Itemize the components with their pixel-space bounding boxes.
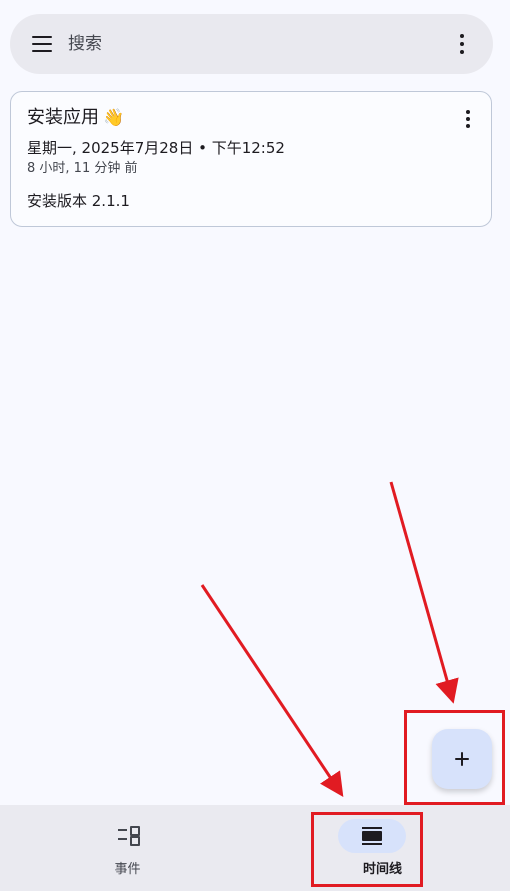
nav-item-events[interactable]: 事件 <box>0 805 255 891</box>
event-datetime: 星期一, 2025年7月28日 • 下午12:52 <box>27 139 285 157</box>
nav-item-timeline[interactable]: 时间线 <box>255 805 510 891</box>
event-note: 安装版本 2.1.1 <box>27 192 130 210</box>
add-event-button[interactable] <box>432 729 492 789</box>
nav-label-timeline: 时间线 <box>362 862 402 877</box>
events-icon <box>118 826 140 846</box>
timeline-icon <box>362 827 382 845</box>
arrow-to-fab <box>389 481 459 704</box>
bottom-navigation: 事件 时间线 <box>0 805 510 891</box>
waving-hand-emoji: 👋 <box>103 108 125 128</box>
arrow-to-timeline-tab <box>200 584 344 797</box>
search-bar[interactable]: 搜索 <box>10 14 493 74</box>
nav-label-events: 事件 <box>114 862 141 877</box>
search-placeholder[interactable]: 搜索 <box>68 32 102 56</box>
event-title: 安装应用 👋 <box>27 106 124 130</box>
more-vert-icon[interactable] <box>459 34 465 54</box>
event-title-text: 安装应用 <box>27 107 99 128</box>
card-more-vert-icon[interactable] <box>465 110 471 128</box>
event-relative-time: 8 小时, 11 分钟 前 <box>27 161 138 176</box>
menu-icon[interactable] <box>32 34 52 54</box>
event-card[interactable]: 安装应用 👋 星期一, 2025年7月28日 • 下午12:52 8 小时, 11… <box>10 91 492 227</box>
